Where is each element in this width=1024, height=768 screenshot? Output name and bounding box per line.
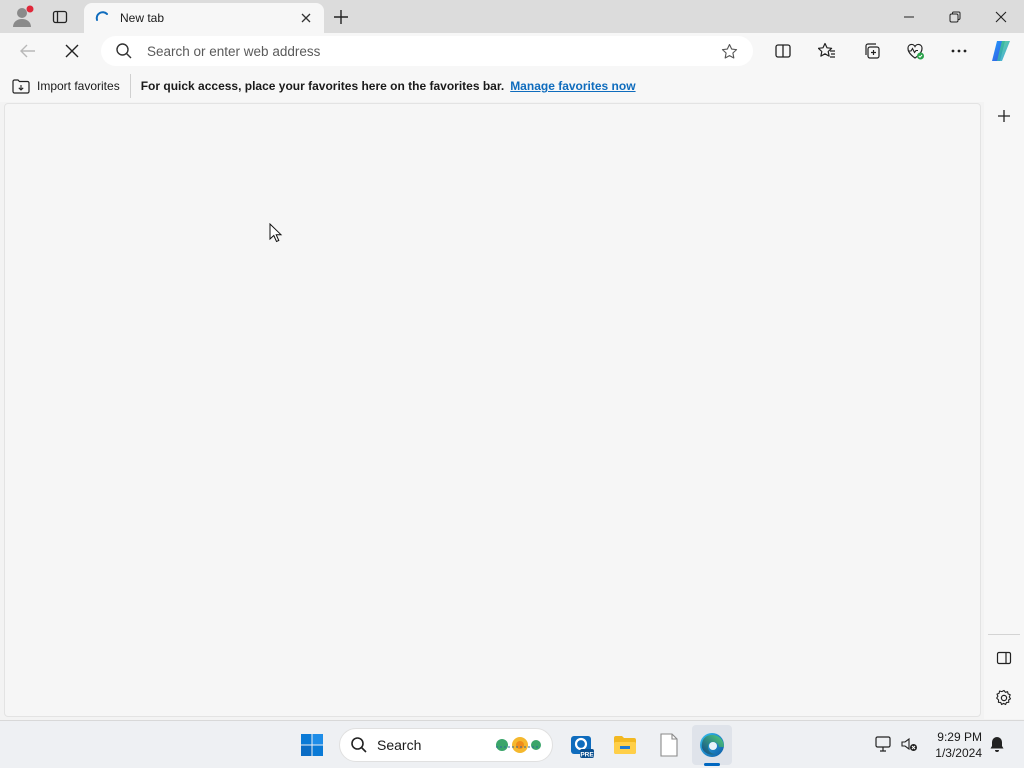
more-icon (951, 49, 967, 53)
stop-button[interactable] (56, 35, 88, 67)
sidebar-add-icon (998, 110, 1010, 122)
manage-favorites-link[interactable]: Manage favorites now (510, 79, 635, 93)
collections-button[interactable] (856, 35, 888, 67)
restore-icon (949, 11, 961, 22)
stop-icon (65, 44, 79, 58)
taskbar-file-explorer[interactable] (605, 725, 645, 765)
tab-actions-icon (52, 10, 68, 23)
search-icon (116, 43, 132, 59)
clock-time: 9:29 PM (937, 730, 982, 744)
settings-and-more-button[interactable] (943, 35, 975, 67)
copilot-icon (992, 41, 1010, 61)
profile-icon (13, 5, 34, 27)
favorites-icon (818, 42, 835, 58)
collections-icon (865, 43, 880, 59)
tab-actions-button[interactable] (46, 0, 74, 33)
add-favorite-button[interactable] (719, 41, 739, 61)
import-icon (12, 79, 30, 94)
edge-sidebar (984, 102, 1024, 719)
search-highlight-icon (496, 737, 541, 753)
settings-icon (996, 689, 1012, 706)
import-favorites-label: Import favorites (37, 79, 120, 93)
navigation-toolbar (0, 33, 1024, 70)
close-icon (301, 13, 311, 23)
back-icon (20, 44, 35, 58)
mouse-cursor-icon (269, 223, 283, 243)
import-favorites-button[interactable]: Import favorites (12, 74, 131, 98)
file-explorer-icon (614, 736, 636, 754)
windows-start-icon (301, 734, 323, 756)
edge-icon (700, 733, 724, 757)
sidebar-settings-button[interactable] (990, 684, 1018, 712)
notepad-icon (660, 733, 678, 757)
network-icon[interactable] (874, 735, 892, 753)
plus-icon (334, 9, 348, 24)
hide-sidebar-button[interactable] (990, 644, 1018, 672)
address-input[interactable] (147, 43, 719, 59)
back-button[interactable] (12, 35, 44, 67)
volume-muted-icon[interactable] (900, 735, 918, 753)
copilot-button[interactable] (985, 35, 1017, 67)
sidebar-customize-button[interactable] (990, 102, 1018, 130)
new-tab-button[interactable] (328, 0, 354, 33)
close-window-button[interactable] (978, 0, 1024, 33)
bell-icon[interactable] (988, 735, 1006, 753)
performance-icon (907, 43, 924, 60)
tab-title: New tab (120, 11, 165, 25)
system-clock[interactable]: 9:29 PM 1/3/2024 (922, 729, 982, 761)
split-screen-icon (775, 44, 791, 58)
taskbar-search-label: Search (377, 737, 422, 753)
loading-spinner-icon (95, 11, 108, 21)
favorites-bar-message: For quick access, place your favorites h… (140, 79, 505, 93)
outlook-pre-badge: PRE (580, 752, 594, 759)
favorites-button[interactable] (811, 35, 843, 67)
address-bar[interactable] (101, 36, 753, 66)
edge-active-indicator (704, 763, 720, 766)
search-icon (351, 737, 367, 753)
start-button[interactable] (292, 725, 332, 765)
taskbar-outlook[interactable]: PRE (561, 725, 601, 765)
favorites-bar: Import favorites For quick access, place… (0, 70, 1024, 102)
performance-button[interactable] (899, 35, 931, 67)
hide-sidebar-icon (996, 651, 1012, 665)
clock-date: 1/3/2024 (935, 746, 982, 760)
tab-new-tab[interactable]: New tab (84, 3, 324, 33)
taskbar-edge[interactable] (692, 725, 732, 765)
taskbar: Search PRE 9:29 PM 1/3/2024 (0, 720, 1024, 768)
profile-button[interactable] (8, 0, 38, 33)
outlook-icon: PRE (571, 736, 594, 759)
star-icon (721, 43, 737, 59)
restore-button[interactable] (932, 0, 978, 33)
sidebar-divider (988, 634, 1020, 635)
taskbar-search-box[interactable]: Search (339, 728, 553, 762)
minimize-icon (904, 16, 914, 17)
close-icon (995, 11, 1007, 22)
split-screen-button[interactable] (767, 35, 799, 67)
minimize-button[interactable] (886, 0, 932, 33)
title-bar: New tab (0, 0, 1024, 33)
page-content (4, 103, 981, 717)
tab-close-button[interactable] (298, 10, 314, 26)
taskbar-notepad[interactable] (649, 725, 689, 765)
